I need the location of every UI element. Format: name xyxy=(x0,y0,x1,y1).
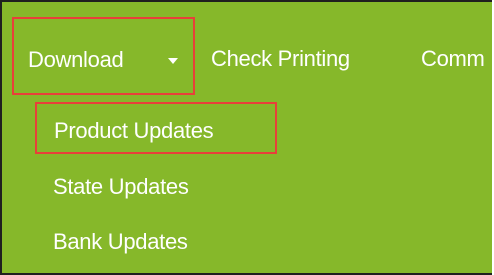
nav-download-label: Download xyxy=(28,47,124,72)
download-dropdown-menu: Product Updates State Updates Bank Updat… xyxy=(2,102,492,273)
top-navigation-bar: Download Check Printing Comm xyxy=(2,2,492,103)
menu-item-label: Product Updates xyxy=(54,118,214,143)
menu-item-bank-updates[interactable]: Bank Updates xyxy=(53,229,188,255)
nav-comm-link[interactable]: Comm xyxy=(421,46,485,72)
app-window: Download Check Printing Comm Product Upd… xyxy=(0,0,492,275)
chevron-down-icon xyxy=(168,58,178,64)
nav-download-button[interactable]: Download xyxy=(12,17,195,95)
nav-check-printing-link[interactable]: Check Printing xyxy=(211,46,350,72)
menu-item-product-updates[interactable]: Product Updates xyxy=(35,102,277,154)
menu-item-state-updates[interactable]: State Updates xyxy=(53,174,189,200)
